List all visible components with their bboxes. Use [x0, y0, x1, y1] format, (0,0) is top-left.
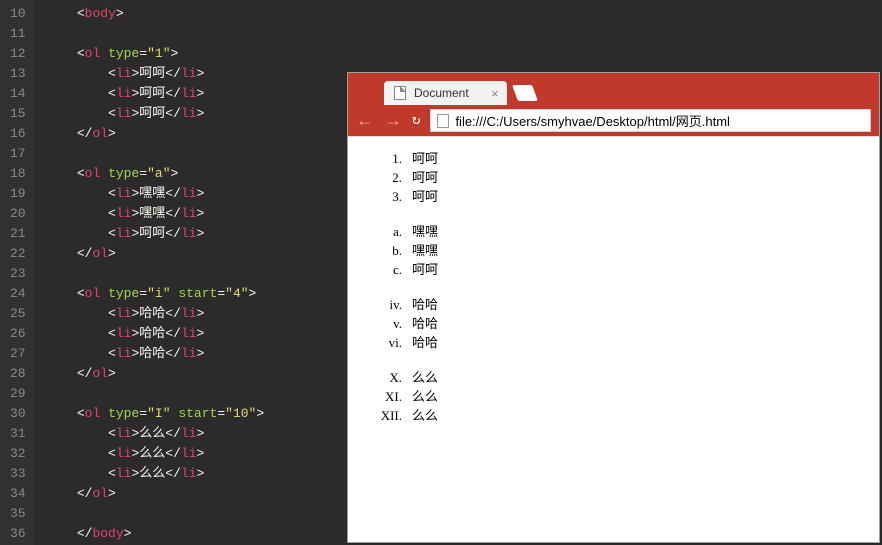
- new-tab-button[interactable]: [512, 85, 538, 101]
- list-item: 1.呵呵: [366, 149, 861, 168]
- list-item: X.么么: [366, 368, 861, 387]
- tab-title: Document: [414, 86, 469, 100]
- list-text: 呵呵: [412, 168, 438, 187]
- list-item: c.呵呵: [366, 260, 861, 279]
- address-bar[interactable]: file:///C:/Users/smyhvae/Desktop/html/网页…: [430, 109, 871, 132]
- browser-viewport: 1.呵呵2.呵呵3.呵呵a.嘿嘿b.嘿嘿c.呵呵iv.哈哈v.哈哈vi.哈哈X.…: [348, 137, 879, 453]
- close-tab-icon[interactable]: ×: [491, 86, 499, 101]
- tab-strip: Document ×: [348, 73, 879, 105]
- list-text: 么么: [412, 387, 438, 406]
- list-marker: 2.: [366, 168, 412, 187]
- list-marker: c.: [366, 260, 412, 279]
- list-marker: iv.: [366, 295, 412, 314]
- ordered-list: iv.哈哈v.哈哈vi.哈哈: [366, 295, 861, 352]
- list-marker: v.: [366, 314, 412, 333]
- browser-tab[interactable]: Document ×: [384, 81, 507, 105]
- browser-window: Document × ← → ↻ file:///C:/Users/smyhva…: [347, 72, 880, 543]
- ordered-list: 1.呵呵2.呵呵3.呵呵: [366, 149, 861, 206]
- list-text: 呵呵: [412, 187, 438, 206]
- list-item: 2.呵呵: [366, 168, 861, 187]
- reload-button[interactable]: ↻: [412, 112, 420, 129]
- list-text: 么么: [412, 406, 438, 425]
- list-text: 呵呵: [412, 149, 438, 168]
- ordered-list: a.嘿嘿b.嘿嘿c.呵呵: [366, 222, 861, 279]
- list-text: 嘿嘿: [412, 222, 438, 241]
- list-marker: 1.: [366, 149, 412, 168]
- list-item: XII.么么: [366, 406, 861, 425]
- list-marker: a.: [366, 222, 412, 241]
- list-item: iv.哈哈: [366, 295, 861, 314]
- line-gutter: 1011121314151617181920212223242526272829…: [0, 0, 34, 545]
- list-marker: XII.: [366, 406, 412, 425]
- list-text: 哈哈: [412, 295, 438, 314]
- code-area[interactable]: <body> <ol type="1"> <li>呵呵</li> <li>呵呵<…: [34, 0, 265, 545]
- ordered-list: X.么么XI.么么XII.么么: [366, 368, 861, 425]
- list-text: 嘿嘿: [412, 241, 438, 260]
- file-icon: [394, 86, 406, 100]
- url-text: file:///C:/Users/smyhvae/Desktop/html/网页…: [455, 111, 730, 130]
- list-item: a.嘿嘿: [366, 222, 861, 241]
- list-item: XI.么么: [366, 387, 861, 406]
- list-item: v.哈哈: [366, 314, 861, 333]
- list-text: 么么: [412, 368, 438, 387]
- forward-button[interactable]: →: [384, 110, 402, 131]
- list-item: vi.哈哈: [366, 333, 861, 352]
- list-marker: X.: [366, 368, 412, 387]
- list-text: 呵呵: [412, 260, 438, 279]
- list-text: 哈哈: [412, 314, 438, 333]
- list-marker: b.: [366, 241, 412, 260]
- list-text: 哈哈: [412, 333, 438, 352]
- list-marker: vi.: [366, 333, 412, 352]
- list-marker: 3.: [366, 187, 412, 206]
- list-marker: XI.: [366, 387, 412, 406]
- back-button[interactable]: ←: [356, 110, 374, 131]
- browser-toolbar: ← → ↻ file:///C:/Users/smyhvae/Desktop/h…: [348, 105, 879, 137]
- list-item: 3.呵呵: [366, 187, 861, 206]
- list-item: b.嘿嘿: [366, 241, 861, 260]
- page-icon: [437, 114, 449, 128]
